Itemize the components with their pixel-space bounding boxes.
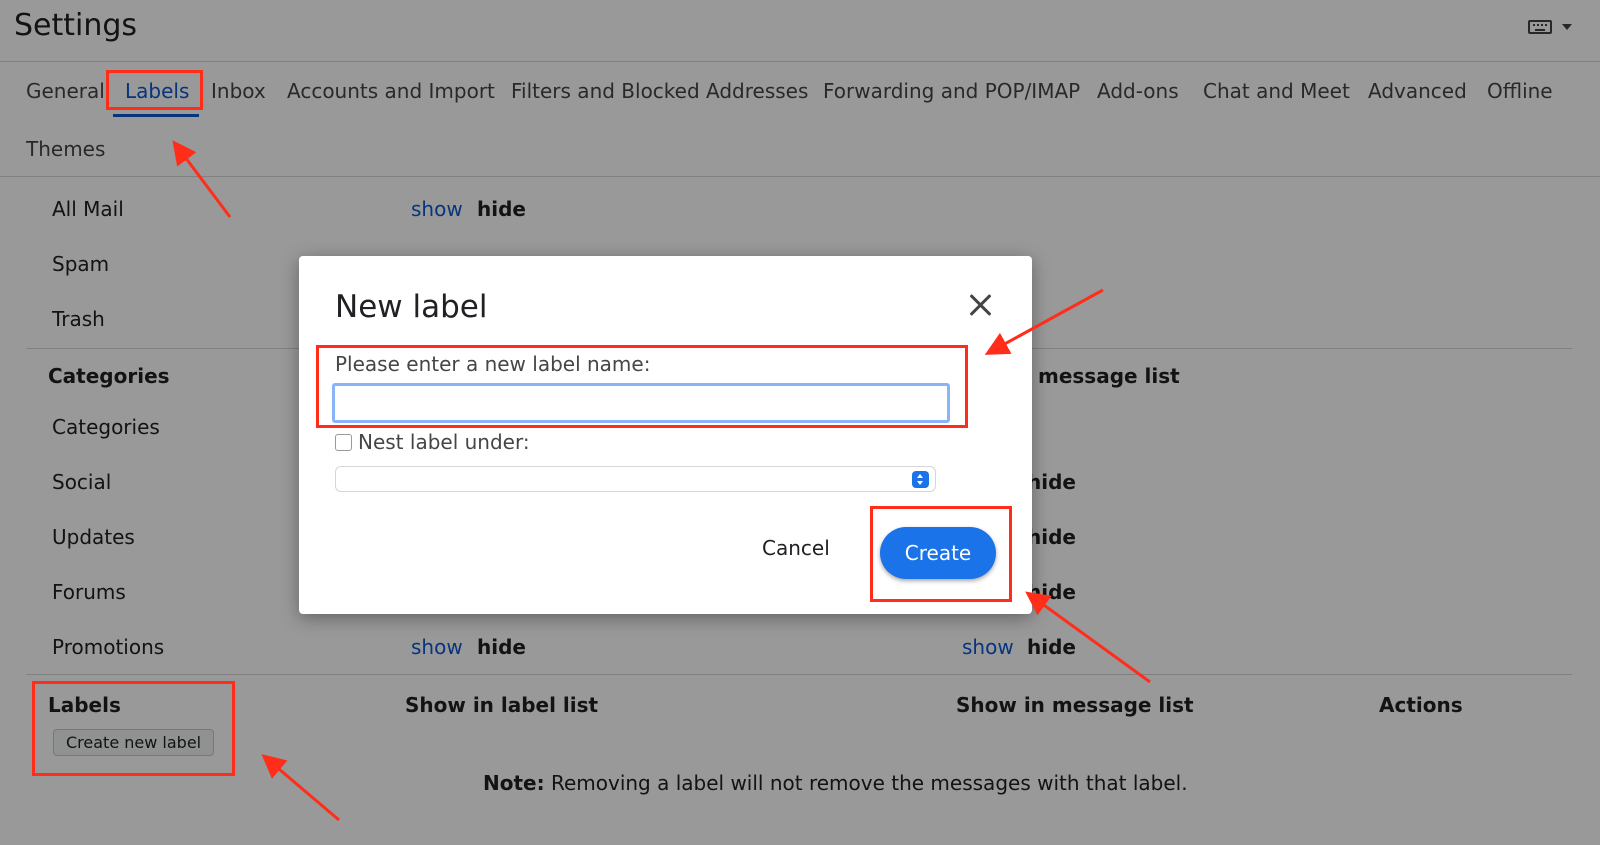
nest-label-text: Nest label under:	[358, 430, 530, 454]
annotation-box-create-new-label	[32, 681, 235, 776]
parent-label-select[interactable]	[335, 466, 936, 492]
dialog-title: New label	[335, 289, 488, 325]
annotation-box-create-button	[870, 506, 1012, 602]
nest-label-checkbox[interactable]	[335, 434, 352, 451]
cancel-button[interactable]: Cancel	[762, 536, 830, 560]
select-arrows-icon	[912, 471, 929, 488]
annotation-box-name-field	[316, 345, 968, 428]
annotation-box-labels-tab	[106, 70, 203, 110]
close-icon[interactable]	[966, 290, 996, 320]
